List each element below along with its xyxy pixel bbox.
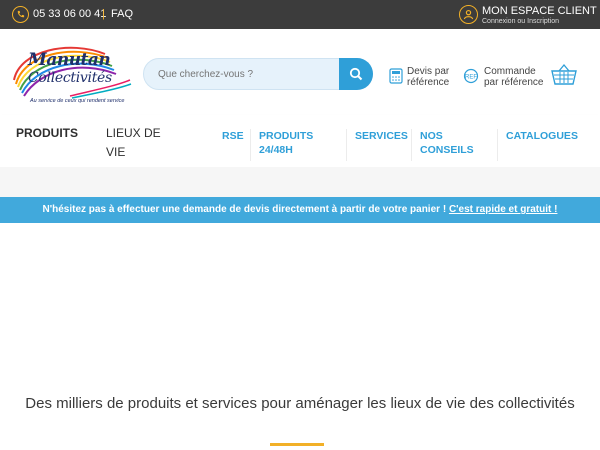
nav-lieux-line2: VIE — [106, 145, 126, 159]
top-bar: 05 33 06 00 41 | FAQ MON ESPACE CLIENT C… — [0, 0, 600, 29]
order-line1: Commande — [484, 66, 536, 77]
separator: | — [102, 8, 105, 20]
nav-divider — [346, 129, 347, 161]
nav-conseils-line2: CONSEILS — [420, 144, 474, 156]
phone-icon[interactable] — [12, 6, 29, 23]
quote-line1: Devis par — [407, 66, 450, 77]
logo-text-manutan: Manutan — [28, 50, 111, 70]
order-by-reference-link[interactable]: Commande par référence — [484, 66, 543, 88]
nav-produits48-line2: 24/48H — [259, 144, 293, 156]
banner-link[interactable]: C'est rapide et gratuit ! — [449, 204, 558, 215]
tagline-underline — [270, 443, 324, 446]
calculator-icon[interactable] — [389, 68, 403, 84]
nav-lieux-de-vie[interactable]: LIEUX DE VIE — [106, 125, 161, 161]
phone-number[interactable]: 05 33 06 00 41 — [33, 8, 106, 20]
nav-lieux-line1: LIEUX DE — [106, 126, 161, 140]
user-icon[interactable] — [459, 5, 478, 24]
quote-by-reference-link[interactable]: Devis par référence — [407, 66, 449, 88]
svg-text:REF: REF — [465, 75, 477, 81]
order-line2: par référence — [484, 77, 544, 88]
nav-divider — [250, 129, 251, 161]
order-reference-icon[interactable]: REF — [463, 68, 479, 84]
nav-catalogues[interactable]: CATALOGUES — [506, 129, 578, 143]
account-link[interactable]: MON ESPACE CLIENT — [482, 5, 597, 17]
quote-line2: référence — [407, 77, 450, 88]
nav-produits-24-48h[interactable]: PRODUITS 24/48H — [259, 129, 313, 157]
quote-info-banner: N'hésitez pas à effectuer une demande de… — [0, 197, 600, 223]
nav-produits[interactable]: PRODUITS — [16, 125, 78, 142]
nav-produits48-line1: PRODUITS — [259, 130, 314, 142]
logo-tagline: Au service de ceux qui rendent service — [30, 98, 125, 104]
banner-text: N'hésitez pas à effectuer une demande de… — [42, 204, 449, 215]
main-nav: PRODUITS LIEUX DE VIE RSE PRODUITS 24/48… — [0, 115, 600, 167]
search-bar[interactable] — [143, 58, 373, 90]
nav-conseils-line1: NOS — [420, 130, 443, 142]
brand-logo[interactable]: Manutan Collectivités Au service de ceux… — [10, 40, 135, 108]
nav-rse[interactable]: RSE — [222, 129, 244, 143]
cart-icon[interactable] — [551, 63, 577, 86]
search-input[interactable] — [158, 69, 328, 80]
faq-link[interactable]: FAQ — [111, 8, 133, 20]
main-tagline: Des milliers de produits et services pou… — [25, 395, 575, 412]
search-icon — [349, 67, 363, 81]
nav-divider — [497, 129, 498, 161]
logo-text-collectivites: Collectivités — [28, 70, 112, 86]
nav-nos-conseils[interactable]: NOS CONSEILS — [420, 129, 474, 157]
header-spacer — [0, 167, 600, 197]
search-button[interactable] — [339, 58, 373, 90]
account-login-link[interactable]: Connexion ou Inscription — [482, 18, 559, 25]
nav-services[interactable]: SERVICES — [355, 129, 408, 143]
nav-divider — [411, 129, 412, 161]
